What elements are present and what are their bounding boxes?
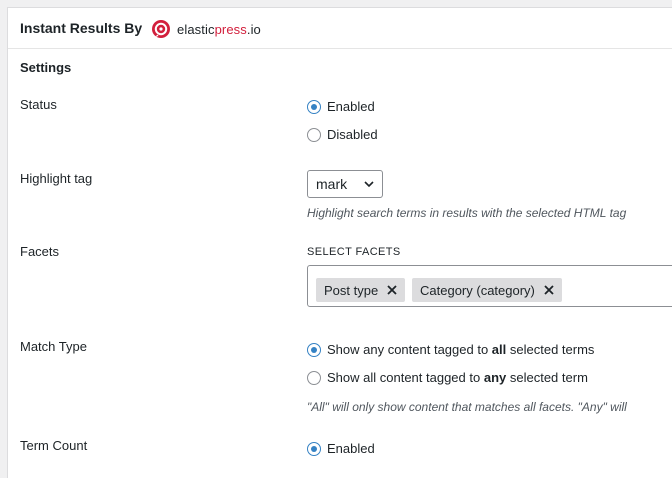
match-type-description: "All" will only show content that matche… (307, 400, 627, 414)
remove-icon[interactable] (544, 285, 554, 295)
elasticpress-logo-icon (152, 20, 170, 38)
radio-unchecked-icon[interactable] (307, 370, 321, 385)
term-count-label: Term Count (20, 438, 88, 453)
elasticpress-logo: elasticpress.io (151, 18, 261, 40)
brand-part-press: press (214, 21, 247, 37)
match-type-all-radio[interactable]: Show any content tagged to all selected … (307, 342, 594, 357)
highlight-tag-value: mark (316, 176, 348, 192)
status-enabled-radio[interactable]: Enabled (307, 99, 375, 114)
facets-multiselect[interactable]: Post type Category (category) (307, 265, 672, 307)
panel-header: Instant Results By elasticpress.io (8, 8, 672, 49)
match-any-suffix: selected term (506, 370, 588, 385)
match-all-suffix: selected terms (506, 342, 595, 357)
match-type-any-radio[interactable]: Show all content tagged to any selected … (307, 370, 588, 385)
match-all-prefix: Show any content tagged to (327, 342, 492, 357)
radio-checked-icon[interactable] (307, 342, 321, 357)
radio-checked-icon[interactable] (307, 99, 321, 114)
highlight-tag-select[interactable]: mark (307, 170, 383, 198)
radio-checked-icon[interactable] (307, 441, 321, 456)
instant-results-panel: Instant Results By elasticpress.io Setti… (7, 7, 672, 478)
status-enabled-label: Enabled (327, 99, 375, 114)
status-label: Status (20, 97, 57, 112)
brand-part-io: .io (246, 21, 261, 37)
panel-title: Instant Results By (20, 20, 143, 36)
highlight-tag-description: Highlight search terms in results with t… (307, 206, 627, 220)
select-facets-caption: SELECT FACETS (307, 246, 401, 258)
status-disabled-radio[interactable]: Disabled (307, 127, 378, 142)
term-count-enabled-radio[interactable]: Enabled (307, 441, 375, 456)
match-type-label: Match Type (20, 339, 87, 354)
term-count-enabled-label: Enabled (327, 441, 375, 456)
match-all-bold: all (491, 342, 507, 357)
settings-title: Settings (20, 60, 72, 75)
facet-chip-label: Category (category) (420, 282, 535, 298)
radio-unchecked-icon[interactable] (307, 127, 321, 142)
status-disabled-label: Disabled (327, 127, 378, 142)
highlight-tag-label: Highlight tag (20, 171, 93, 186)
brand-part-elastic: elastic (177, 21, 215, 37)
match-any-prefix: Show all content tagged to (327, 370, 484, 385)
facet-chip-category: Category (category) (412, 278, 562, 302)
elasticpress-wordmark: elasticpress.io (177, 22, 261, 37)
facet-chip-post-type: Post type (316, 278, 406, 302)
match-any-bold: any (483, 370, 507, 385)
facet-chip-label: Post type (324, 282, 379, 298)
facets-label: Facets (20, 244, 60, 259)
remove-icon[interactable] (387, 285, 397, 295)
chevron-down-icon (364, 181, 374, 188)
